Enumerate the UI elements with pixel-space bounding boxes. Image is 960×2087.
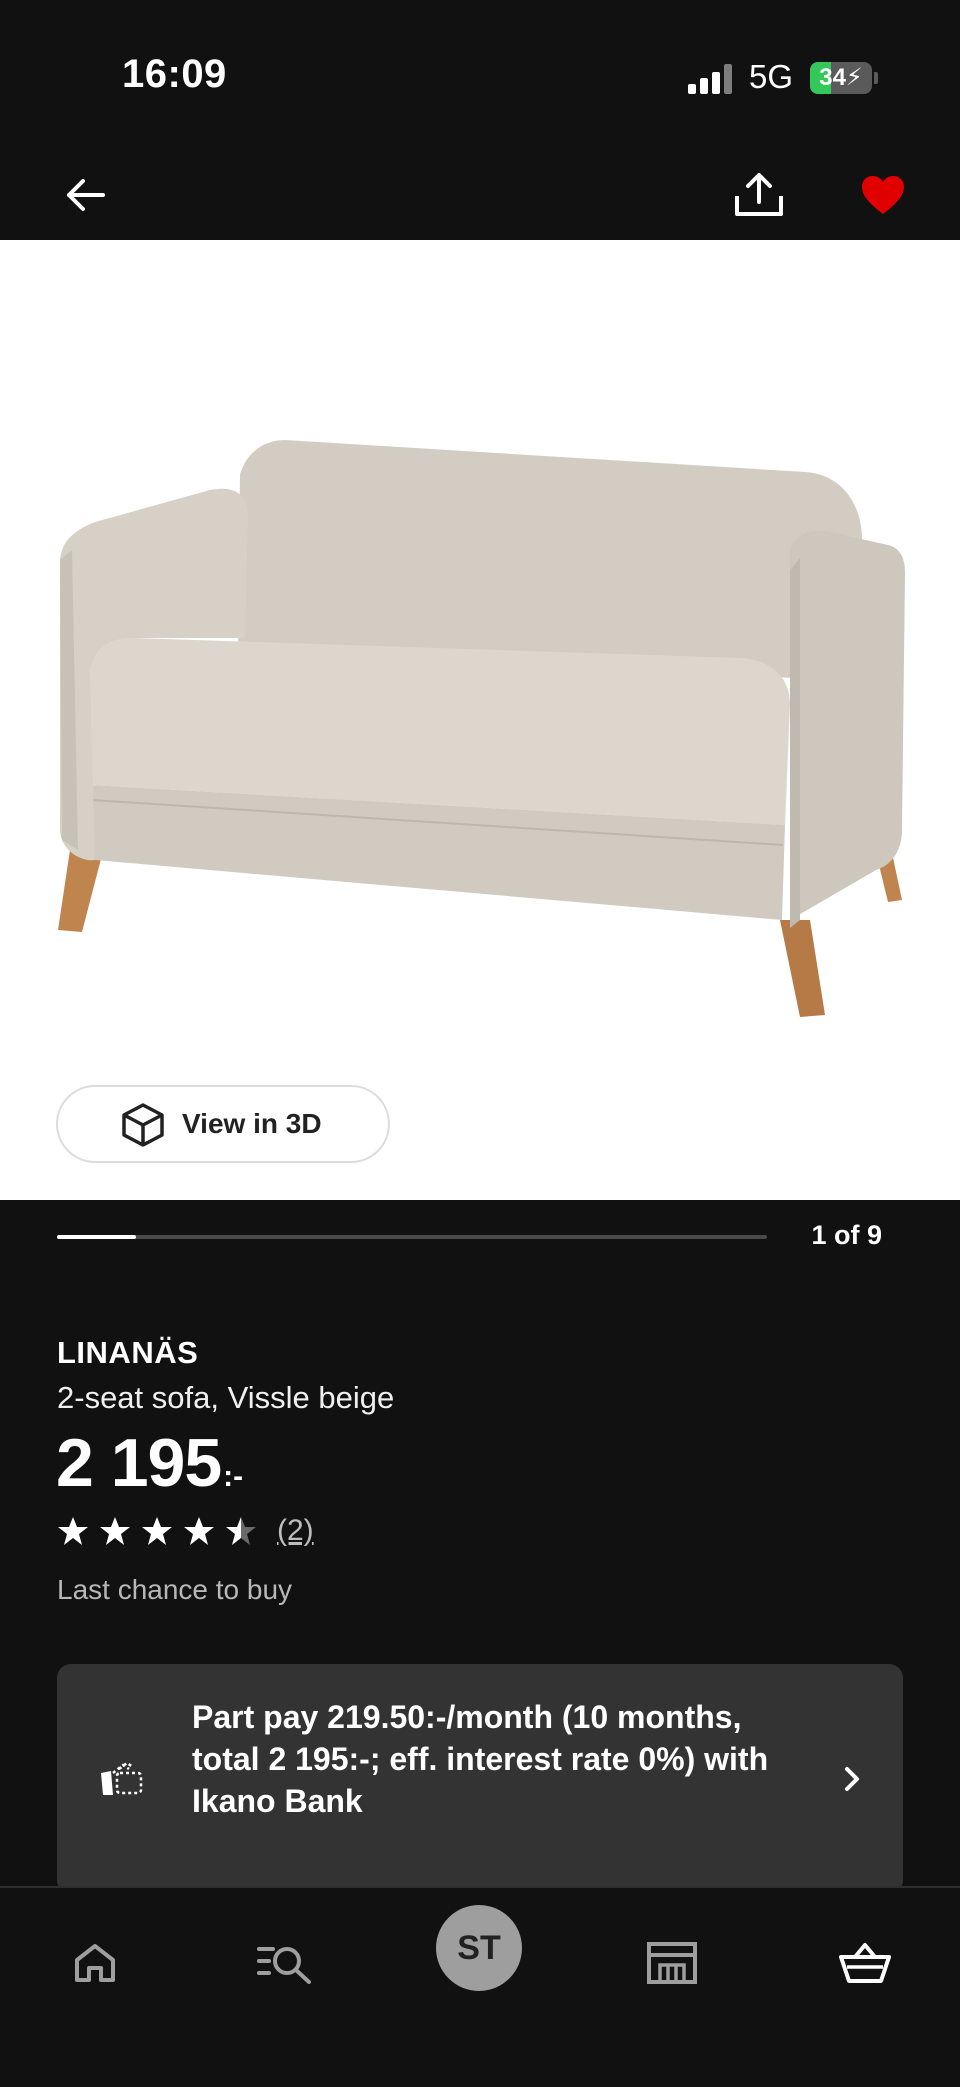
product-image[interactable]: View in 3D [0,240,960,1200]
cube-icon [122,1103,164,1147]
gallery-progress-fill [57,1235,136,1239]
tab-search[interactable] [235,1918,335,2008]
view-in-3d-button[interactable]: View in 3D [56,1085,390,1163]
review-count-link[interactable]: (2) [277,1514,314,1548]
part-pay-text: Part pay 219.50:-/month (10 months, tota… [192,1699,769,1819]
chevron-right-icon [845,1767,859,1791]
gallery-counter: 1 of 9 [811,1220,882,1250]
battery-level: 34⚡ [819,64,863,91]
sofa-image [58,440,905,1017]
view-in-3d-label: View in 3D [182,1108,322,1139]
star-full-icon [142,1517,172,1545]
tab-store[interactable] [622,1918,722,2008]
price-amount: 2 195 [56,1425,222,1501]
star-full-icon [58,1517,88,1545]
home-icon [75,1944,115,1982]
search-list-icon [257,1947,311,1984]
heart-icon [862,176,904,214]
tab-profile[interactable]: ST [436,1905,522,1991]
gallery-progress [57,1235,767,1239]
back-button[interactable] [52,162,118,228]
product-price: 2 195 :- [56,1424,244,1501]
star-half-icon [226,1517,256,1545]
store-icon [647,1942,697,1984]
network-type: 5G [749,58,794,95]
avatar-initials: ST [457,1928,501,1967]
tab-basket[interactable] [815,1918,915,2008]
payment-hand-icon [101,1761,143,1795]
rating[interactable]: (2) [57,1514,314,1548]
status-time: 16:09 [122,52,227,96]
share-button[interactable] [726,162,792,228]
tab-home[interactable] [45,1918,145,2008]
share-icon [735,173,783,216]
price-suffix: :- [223,1460,244,1493]
part-pay-card[interactable]: Part pay 219.50:-/month (10 months, tota… [57,1664,903,1894]
battery-cap [874,72,878,84]
product-name: LINANÄS [57,1335,199,1370]
availability-status: Last chance to buy [57,1574,293,1605]
arrow-left-icon [67,179,105,211]
basket-icon [839,1943,891,1983]
star-full-icon [100,1517,130,1545]
favorite-button[interactable] [850,162,916,228]
product-description: 2-seat sofa, Vissle beige [57,1380,395,1415]
top-nav [0,150,960,240]
bottom-tab-bar: ST [0,1886,960,2087]
star-full-icon [184,1517,214,1545]
signal-icon [688,64,734,94]
battery-icon: 34⚡ [810,62,872,94]
status-bar: 16:09 5G 34⚡ [0,0,960,150]
